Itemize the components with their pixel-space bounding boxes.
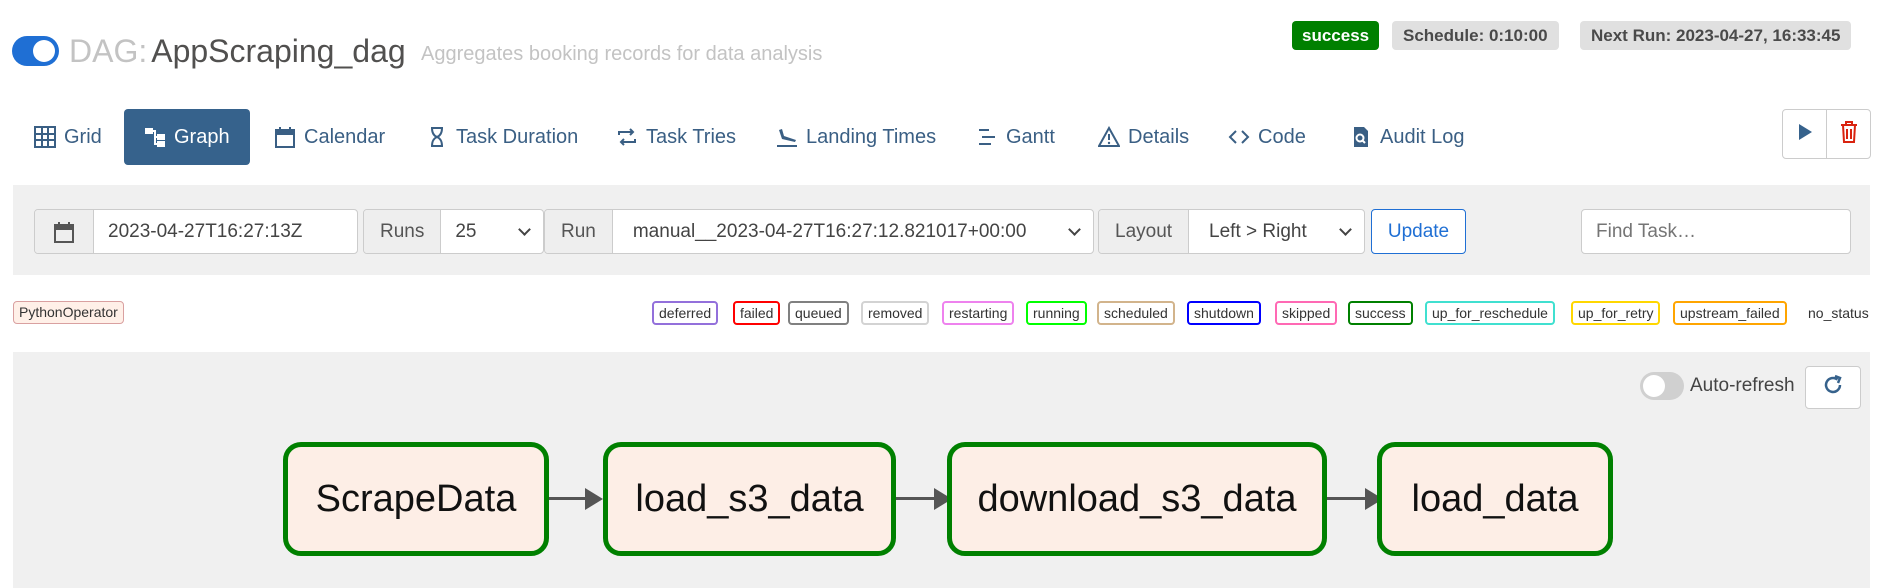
refresh-icon (1822, 374, 1844, 401)
tab-label: Details (1128, 125, 1190, 148)
tab-grid[interactable]: Grid (34, 109, 102, 165)
calendar-icon (274, 126, 296, 148)
dependency-edge (1327, 497, 1369, 500)
runs-value: 25 (455, 220, 477, 242)
task-node[interactable]: load_data (1377, 442, 1613, 556)
chevron-down-icon (1339, 222, 1352, 236)
tab-label: Grid (64, 125, 102, 148)
grid-icon (34, 126, 56, 148)
tab-label: Graph (174, 125, 230, 148)
tab-landing-times[interactable]: Landing Times (776, 109, 936, 165)
task-node[interactable]: ScrapeData (283, 442, 549, 556)
dependency-edge (549, 497, 589, 500)
update-button[interactable]: Update (1371, 209, 1466, 254)
gantt-icon (976, 126, 998, 148)
legend-state-up-for-reschedule[interactable]: up_for_reschedule (1425, 301, 1555, 325)
retry-icon (616, 126, 638, 148)
tab-gantt[interactable]: Gantt (976, 109, 1055, 165)
filter-bar: 2023-04-27T16:27:13Z Runs 25 Run manual_… (13, 185, 1870, 275)
audit-log-icon (1350, 126, 1372, 148)
toggle-knob (33, 40, 55, 62)
runs-label: Runs (364, 210, 442, 253)
layout-label: Layout (1099, 210, 1190, 253)
tab-label: Task Tries (646, 125, 737, 148)
auto-refresh-control[interactable]: Auto-refresh (1640, 372, 1795, 400)
layout-select[interactable]: Left > Right (1189, 210, 1364, 253)
layout-value: Left > Right (1209, 220, 1307, 242)
layout-select-group: Layout Left > Right (1098, 209, 1365, 254)
trash-icon (1840, 120, 1858, 148)
execution-date-input[interactable]: 2023-04-27T16:27:13Z (94, 210, 357, 253)
auto-refresh-toggle[interactable] (1640, 372, 1684, 400)
tab-task-tries[interactable]: Task Tries (616, 109, 736, 165)
legend-state-deferred[interactable]: deferred (652, 301, 719, 325)
legend-state-removed[interactable]: removed (861, 301, 930, 325)
play-icon (1797, 123, 1813, 146)
auto-refresh-label: Auto-refresh (1690, 375, 1795, 396)
refresh-button[interactable] (1805, 366, 1861, 409)
legend-state-skipped[interactable]: skipped (1275, 301, 1338, 325)
tab-code[interactable]: Code (1228, 109, 1306, 165)
tab-label: Landing Times (806, 125, 937, 148)
tab-details[interactable]: Details (1098, 109, 1189, 165)
plane-landing-icon (776, 126, 798, 148)
graph-icon (144, 126, 166, 148)
legend-state-queued[interactable]: queued (788, 301, 849, 325)
toggle-knob (1643, 375, 1665, 397)
next-run-badge: Next Run: 2023-04-27, 16:33:45 (1580, 21, 1852, 50)
dag-action-buttons (1782, 109, 1871, 159)
run-value: manual__2023-04-27T16:27:12.821017+00:00 (632, 220, 1027, 242)
find-task-input[interactable] (1581, 209, 1851, 254)
run-select-group: Run manual__2023-04-27T16:27:12.821017+0… (544, 209, 1094, 254)
run-label: Run (545, 210, 613, 253)
legend-state-restarting[interactable]: restarting (942, 301, 1015, 325)
tab-label: Audit Log (1380, 125, 1465, 148)
dag-description: Aggregates booking records for data anal… (421, 43, 823, 65)
graph-panel: Auto-refresh ScrapeData load_s3_data dow… (13, 352, 1870, 588)
legend-state-scheduled[interactable]: scheduled (1097, 301, 1175, 325)
schedule-badge: Schedule: 0:10:00 (1392, 21, 1559, 50)
legend-state-no-status[interactable]: no_status (1801, 301, 1876, 325)
warning-triangle-icon (1098, 126, 1120, 148)
tab-label: Gantt (1006, 125, 1055, 148)
legend-state-failed[interactable]: failed (733, 301, 781, 325)
tab-label: Task Duration (456, 125, 579, 148)
hourglass-icon (426, 126, 448, 148)
chevron-down-icon (518, 222, 531, 236)
dag-pause-toggle[interactable] (12, 36, 59, 66)
operator-legend-tag: PythonOperator (13, 301, 124, 324)
tab-graph[interactable]: Graph (124, 109, 250, 165)
task-node[interactable]: download_s3_data (947, 442, 1327, 556)
dag-name: AppScraping_dag (151, 33, 406, 69)
runs-select[interactable]: 25 (441, 210, 543, 253)
execution-date-picker[interactable]: 2023-04-27T16:27:13Z (34, 209, 358, 254)
legend-state-upstream-failed[interactable]: upstream_failed (1673, 301, 1787, 325)
tab-audit-log[interactable]: Audit Log (1350, 109, 1465, 165)
code-icon (1228, 126, 1250, 148)
tab-label: Code (1258, 125, 1306, 148)
dag-prefix: DAG: (69, 33, 148, 69)
dependency-edge (896, 497, 938, 500)
tab-task-duration[interactable]: Task Duration (426, 109, 578, 165)
tab-label: Calendar (304, 125, 386, 148)
legend-state-shutdown[interactable]: shutdown (1187, 301, 1261, 325)
trigger-dag-button[interactable] (1783, 110, 1827, 158)
legend-state-success[interactable]: success (1348, 301, 1413, 325)
task-node[interactable]: load_s3_data (603, 442, 896, 556)
legend-state-up-for-retry[interactable]: up_for_retry (1571, 301, 1661, 325)
chevron-down-icon (1068, 222, 1081, 236)
arrow-icon (585, 488, 603, 510)
calendar-icon (35, 210, 94, 253)
tab-calendar[interactable]: Calendar (274, 109, 385, 165)
status-badge: success (1292, 21, 1380, 50)
run-select[interactable]: manual__2023-04-27T16:27:12.821017+00:00 (613, 210, 1093, 253)
legend-state-running[interactable]: running (1026, 301, 1087, 325)
delete-dag-button[interactable] (1827, 110, 1870, 158)
runs-select-group: Runs 25 (363, 209, 544, 254)
page-title: DAG: AppScraping_dag (69, 33, 406, 70)
